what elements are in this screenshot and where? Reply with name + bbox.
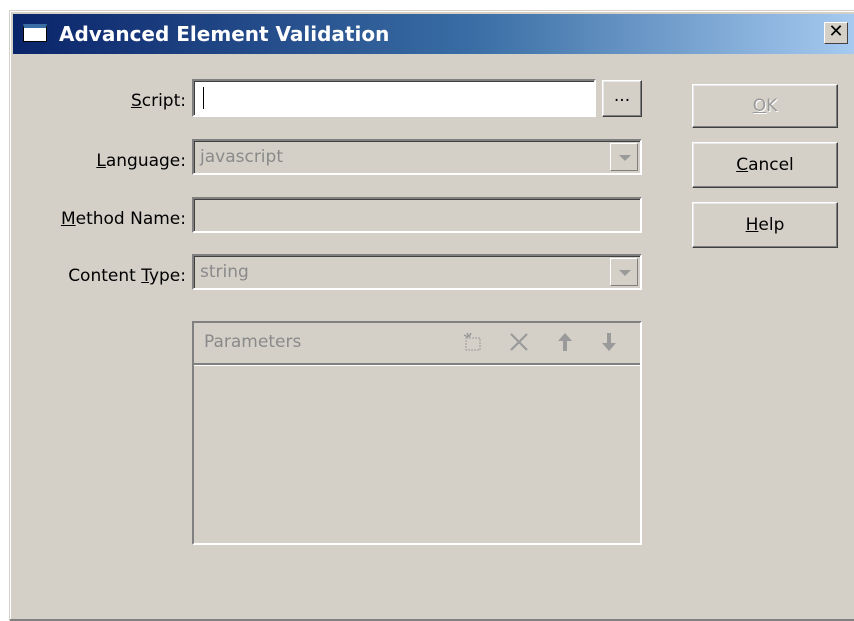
script-label: Script: (130, 91, 186, 111)
method-name-label: Method Name: (60, 209, 186, 229)
language-dropdown-arrow[interactable] (610, 143, 638, 171)
help-button[interactable]: Help (692, 202, 838, 248)
text-caret (203, 87, 204, 109)
content-type-dropdown-arrow[interactable] (610, 258, 638, 286)
dialog-window: Advanced Element Validation ✕ Script: ..… (9, 10, 854, 621)
ok-button[interactable]: OK (692, 84, 838, 128)
delete-icon[interactable] (508, 331, 530, 353)
language-label: Language: (96, 151, 186, 171)
move-up-icon[interactable] (554, 331, 576, 353)
script-browse-button[interactable]: ... (602, 80, 642, 117)
content-type-select[interactable]: string (192, 254, 642, 290)
window-title: Advanced Element Validation (59, 22, 390, 46)
window-icon (23, 24, 47, 42)
script-input[interactable] (192, 79, 596, 117)
method-name-input[interactable] (192, 197, 642, 233)
parameters-title: Parameters (204, 332, 302, 352)
content-type-label: Content Type: (68, 266, 186, 286)
title-bar[interactable]: Advanced Element Validation ✕ (13, 14, 854, 54)
parameters-header: Parameters (194, 323, 640, 365)
new-icon[interactable] (462, 331, 484, 353)
move-down-icon[interactable] (598, 331, 620, 353)
parameters-table[interactable]: Parameters (192, 321, 642, 545)
close-button[interactable]: ✕ (824, 22, 848, 44)
language-select[interactable]: javascript (192, 139, 642, 175)
cancel-button[interactable]: Cancel (692, 142, 838, 188)
